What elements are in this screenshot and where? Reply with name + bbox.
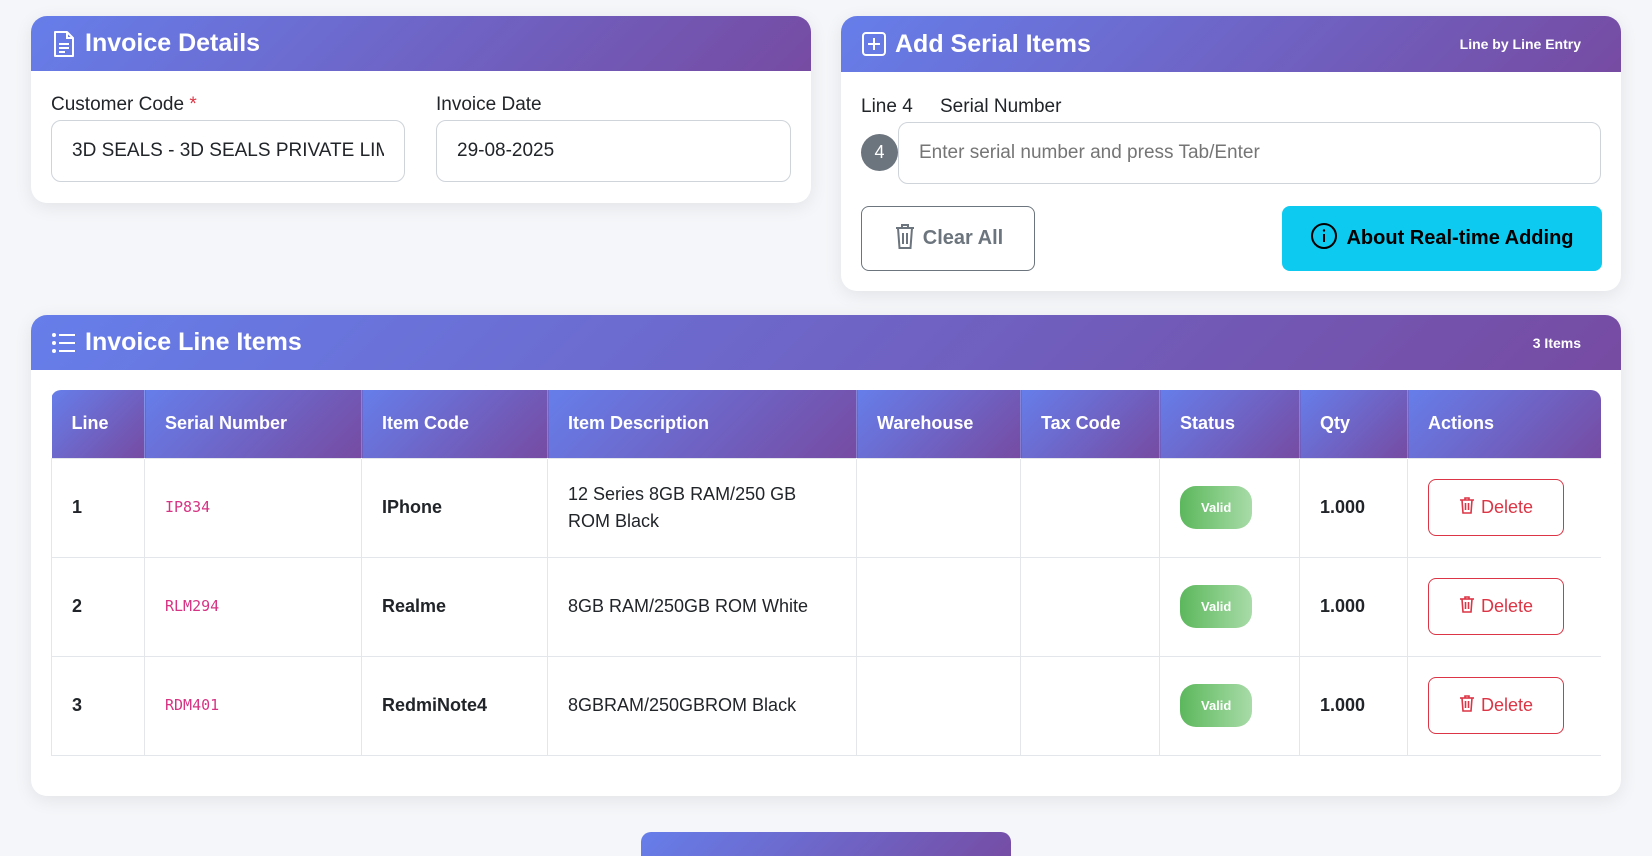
column-header-line[interactable]: Line — [51, 390, 145, 458]
serial-number-input[interactable] — [898, 122, 1601, 184]
status-badge: Valid — [1180, 486, 1253, 529]
invoice-line-items-card: Invoice Line Items 3 Items Line Serial N… — [31, 315, 1621, 796]
invoice-line-items-header: Invoice Line Items 3 Items — [31, 315, 1621, 370]
column-header-item-code[interactable]: Item Code — [361, 390, 548, 458]
customer-code-label: Customer Code * — [51, 94, 197, 116]
item-description-cell: 8GBRAM/250GBROM Black — [547, 655, 857, 756]
serial-number-label: Serial Number — [940, 96, 1062, 117]
status-badge: Valid — [1180, 684, 1253, 727]
line-label: Line 4 — [861, 96, 913, 117]
invoice-details-card: Invoice Details Customer Code * Invoice … — [31, 16, 811, 203]
add-serial-items-title: Add Serial Items — [895, 29, 1091, 58]
trash-icon — [1459, 595, 1475, 618]
item-description-cell: 8GB RAM/250GB ROM White — [547, 556, 857, 657]
item-description-cell: 12 Series 8GB RAM/250 GB ROM Black — [547, 457, 857, 558]
info-circle-icon — [1310, 222, 1338, 256]
customer-code-input[interactable] — [51, 120, 405, 182]
actions-cell: Delete — [1407, 556, 1601, 657]
serial-number-cell: RLM294 — [144, 556, 362, 657]
required-mark: * — [189, 94, 197, 115]
add-serial-items-card: Add Serial Items Line by Line Entry Line… — [841, 16, 1621, 291]
trash-icon — [893, 222, 917, 256]
table-header-row: Line Serial Number Item Code Item Descri… — [51, 390, 1601, 458]
tax-code-cell — [1020, 655, 1160, 756]
line-number-cell: 1 — [51, 457, 145, 558]
invoice-details-header: Invoice Details — [31, 16, 811, 71]
line-number-cell: 2 — [51, 556, 145, 657]
qty-cell: 1.000 — [1299, 457, 1408, 558]
tax-code-cell — [1020, 457, 1160, 558]
line-number-badge: 4 — [861, 134, 898, 171]
bottom-action-button[interactable] — [641, 832, 1011, 856]
status-cell: Valid — [1159, 457, 1300, 558]
column-header-actions: Actions — [1407, 390, 1601, 458]
line-items-table: Line Serial Number Item Code Item Descri… — [51, 390, 1601, 756]
item-code-cell: IPhone — [361, 457, 548, 558]
warehouse-cell — [856, 457, 1021, 558]
delete-label: Delete — [1480, 695, 1534, 715]
column-header-status[interactable]: Status — [1159, 390, 1300, 458]
line-items-table-wrapper: Line Serial Number Item Code Item Descri… — [51, 390, 1601, 756]
column-header-qty[interactable]: Qty — [1299, 390, 1408, 458]
about-realtime-label: About Real-time Adding — [1346, 227, 1574, 249]
invoice-line-items-title: Invoice Line Items — [85, 328, 302, 356]
serial-number-cell: RDM401 — [144, 655, 362, 756]
table-row: 3 RDM401 RedmiNote4 8GBRAM/250GBROM Blac… — [51, 655, 1601, 756]
table-row: 1 IP834 IPhone 12 Series 8GB RAM/250 GB … — [51, 457, 1601, 558]
plus-square-icon — [861, 31, 887, 57]
tax-code-cell — [1020, 556, 1160, 657]
about-realtime-button[interactable]: About Real-time Adding — [1282, 206, 1602, 271]
serial-number-cell: IP834 — [144, 457, 362, 558]
column-header-item-description[interactable]: Item Description — [547, 390, 857, 458]
delete-button[interactable]: Delete — [1428, 479, 1564, 536]
item-code-cell: Realme — [361, 556, 548, 657]
clear-all-label: Clear All — [922, 227, 1004, 249]
delete-label: Delete — [1480, 596, 1534, 616]
warehouse-cell — [856, 655, 1021, 756]
column-header-tax-code[interactable]: Tax Code — [1020, 390, 1160, 458]
column-header-warehouse[interactable]: Warehouse — [856, 390, 1021, 458]
document-icon — [51, 30, 77, 58]
add-serial-items-header: Add Serial Items Line by Line Entry — [841, 16, 1621, 72]
invoice-date-input[interactable] — [436, 120, 791, 182]
status-cell: Valid — [1159, 655, 1300, 756]
customer-code-label-text: Customer Code — [51, 94, 185, 115]
invoice-date-label: Invoice Date — [436, 94, 542, 115]
actions-cell: Delete — [1407, 457, 1601, 558]
column-header-serial-number[interactable]: Serial Number — [144, 390, 362, 458]
trash-icon — [1459, 496, 1475, 519]
trash-icon — [1459, 694, 1475, 717]
line-number-cell: 3 — [51, 655, 145, 756]
qty-cell: 1.000 — [1299, 655, 1408, 756]
actions-cell: Delete — [1407, 655, 1601, 756]
invoice-details-title: Invoice Details — [85, 29, 261, 57]
clear-all-button[interactable]: Clear All — [861, 206, 1035, 271]
list-icon — [51, 332, 77, 354]
status-badge: Valid — [1180, 585, 1253, 628]
warehouse-cell — [856, 556, 1021, 657]
delete-button[interactable]: Delete — [1428, 578, 1564, 635]
status-cell: Valid — [1159, 556, 1300, 657]
delete-label: Delete — [1480, 497, 1534, 517]
table-row: 2 RLM294 Realme 8GB RAM/250GB ROM White … — [51, 556, 1601, 657]
line-entry-badge: Line by Line Entry — [1459, 36, 1581, 52]
qty-cell: 1.000 — [1299, 556, 1408, 657]
delete-button[interactable]: Delete — [1428, 677, 1564, 734]
item-code-cell: RedmiNote4 — [361, 655, 548, 756]
items-count-badge: 3 Items — [1532, 334, 1581, 351]
